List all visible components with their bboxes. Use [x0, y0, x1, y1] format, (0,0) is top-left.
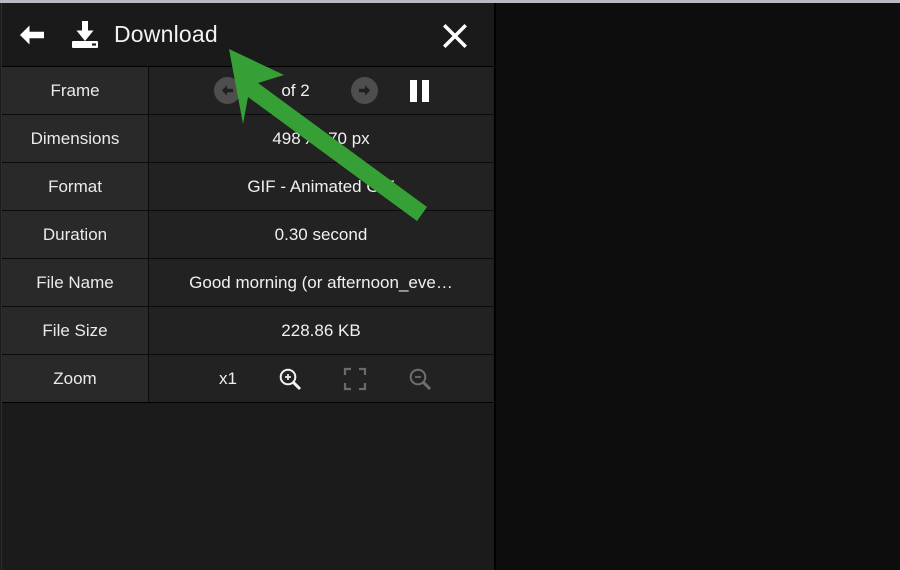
row-label-frame: Frame	[2, 67, 149, 114]
magnifier-minus-icon	[409, 368, 432, 390]
table-row: Zoom x1	[2, 355, 493, 403]
file-info-table: Frame of 2 Dimensions 498 x 370 px Forma…	[2, 67, 493, 403]
row-label-file-name: File Name	[2, 259, 149, 306]
fit-to-screen-icon	[343, 367, 367, 390]
close-icon	[443, 24, 467, 48]
zoom-out-button[interactable]	[407, 366, 433, 392]
row-label-file-size: File Size	[2, 307, 149, 354]
table-row: File Size 228.86 KB	[2, 307, 493, 355]
row-value-dimensions: 498 x 370 px	[149, 115, 493, 162]
table-row: Frame of 2	[2, 67, 493, 115]
back-button[interactable]	[2, 3, 62, 67]
row-value-frame: of 2	[149, 67, 493, 114]
pause-icon-bar-right	[421, 79, 429, 102]
row-label-zoom: Zoom	[2, 355, 149, 402]
row-value-format: GIF - Animated GIF	[149, 163, 493, 210]
pause-icon-bar-left	[409, 79, 417, 102]
row-label-dimensions: Dimensions	[2, 115, 149, 162]
arrow-right-circle-icon	[358, 85, 370, 96]
download-info-panel: Download Frame of 2 Dimensions 498 x 370…	[0, 3, 496, 570]
table-row: File Name Good morning (or afternoon_eve…	[2, 259, 493, 307]
row-value-duration: 0.30 second	[149, 211, 493, 258]
zoom-in-button[interactable]	[277, 366, 303, 392]
panel-inner: Download Frame of 2 Dimensions 498 x 370…	[1, 3, 493, 570]
table-row: Dimensions 498 x 370 px	[2, 115, 493, 163]
arrow-left-circle-icon	[221, 85, 233, 96]
panel-header: Download	[2, 3, 493, 67]
zoom-level: x1	[219, 368, 237, 388]
fit-to-screen-button[interactable]	[343, 367, 367, 391]
row-value-zoom: x1	[149, 355, 493, 402]
row-value-file-name: Good morning (or afternoon_eve…	[149, 259, 493, 306]
row-value-file-size: 228.86 KB	[149, 307, 493, 354]
close-button[interactable]	[435, 17, 475, 55]
frame-counter: of 2	[281, 80, 310, 100]
next-frame-button[interactable]	[350, 77, 378, 104]
download-icon-wrap	[62, 3, 108, 67]
frame-controls: of 2	[149, 77, 493, 104]
table-row: Duration 0.30 second	[2, 211, 493, 259]
pause-button[interactable]	[409, 79, 429, 102]
panel-empty-area	[3, 404, 492, 570]
row-label-format: Format	[2, 163, 149, 210]
download-icon	[72, 20, 98, 48]
page-title: Download	[114, 21, 218, 47]
app-screen: Download Frame of 2 Dimensions 498 x 370…	[0, 0, 900, 570]
magnifier-plus-icon	[279, 368, 302, 390]
zoom-controls: x1	[149, 366, 493, 392]
back-arrow-icon	[20, 25, 44, 44]
row-label-duration: Duration	[2, 211, 149, 258]
table-row: Format GIF - Animated GIF	[2, 163, 493, 211]
prev-frame-button[interactable]	[213, 77, 241, 104]
